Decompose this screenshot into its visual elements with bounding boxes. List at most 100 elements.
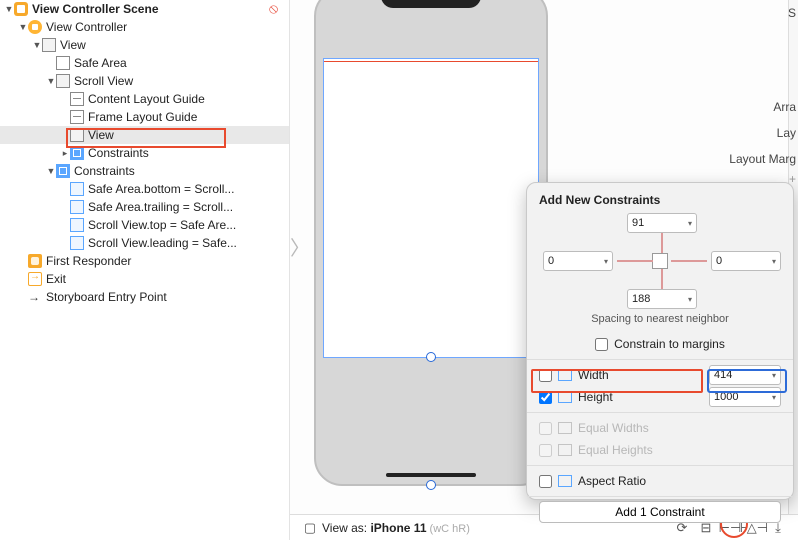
constraint-icon [70,236,84,250]
equal-widths-row: Equal Widths [539,417,781,439]
strut-left[interactable] [617,260,653,262]
view-as-prefix: View as: [322,521,370,535]
height-value-field[interactable]: 1000 [709,387,781,407]
home-indicator-icon [386,473,476,477]
outline-constraints[interactable]: ▼ Constraints [0,162,289,180]
outline-view[interactable]: ▼ View [0,36,289,54]
strut-right[interactable] [671,260,707,262]
selected-view[interactable] [323,58,539,358]
divider [527,496,793,497]
outline-constraint-item[interactable]: Safe Area.trailing = Scroll... [0,198,289,216]
constraints-icon [70,146,84,160]
outline-entry-point[interactable]: Storyboard Entry Point [0,288,289,306]
outline-label: Scroll View [74,74,133,88]
outline-label: Safe Area [74,56,127,70]
outline-label: First Responder [46,254,131,268]
size-class: (wC hR) [427,523,470,535]
phone-frame [314,0,548,486]
add-constraints-popover: Add New Constraints 91 0 0 188 Spacing t… [526,182,794,500]
viewcontroller-icon [28,20,42,34]
outline-exit[interactable]: Exit [0,270,289,288]
outline-frame-layout-guide[interactable]: Frame Layout Guide [0,108,289,126]
equal-widths-icon [558,422,572,434]
document-outline: ▼ View Controller Scene ⦸ ▼ View Control… [0,0,290,540]
device-name: iPhone 11 [370,521,426,535]
width-icon [558,369,572,381]
height-label: Height [578,390,613,404]
outline-constraints-inner[interactable]: ▸ Constraints [0,144,289,162]
constrain-margins-row[interactable]: Constrain to margins [539,333,781,355]
aspect-ratio-checkbox[interactable] [539,475,552,488]
equal-heights-label: Equal Heights [578,443,653,457]
spacing-right-field[interactable]: 0 [711,251,781,271]
view-icon [70,128,84,142]
spacing-center-icon [652,253,668,269]
equal-heights-row: Equal Heights [539,439,781,461]
outline-label: Safe Area.bottom = Scroll... [88,182,234,196]
outline-safe-area[interactable]: Safe Area [0,54,289,72]
aspect-ratio-row[interactable]: Aspect Ratio [539,470,781,492]
strut-top[interactable] [661,233,663,253]
outline-label: Constraints [74,164,135,178]
notch-icon [381,0,481,8]
constrain-margins-checkbox[interactable] [595,338,608,351]
view-icon [42,38,56,52]
outline-inner-view[interactable]: View [0,126,289,144]
outline-label: Constraints [88,146,149,160]
width-row[interactable]: Width 414 [539,364,781,386]
arrow-right-icon [28,290,42,304]
equal-heights-icon [558,444,572,456]
spacing-top-field[interactable]: 91 [627,213,697,233]
constrain-margins-label: Constrain to margins [614,337,725,351]
guide-icon [70,92,84,106]
popover-title: Add New Constraints [539,193,781,207]
height-icon [558,391,572,403]
height-row[interactable]: Height 1000 [539,386,781,408]
outline-scroll-view[interactable]: ▼ Scroll View [0,72,289,90]
outline-constraint-item[interactable]: Safe Area.bottom = Scroll... [0,180,289,198]
resize-handle-bottom[interactable] [426,352,436,362]
view-as-label[interactable]: View as: iPhone 11 (wC hR) [322,521,470,535]
outline-constraint-item[interactable]: Scroll View.leading = Safe... [0,234,289,252]
outline-label: Safe Area.trailing = Scroll... [88,200,233,214]
add-constraint-button[interactable]: Add 1 Constraint [539,501,781,523]
strut-bottom[interactable] [661,269,663,289]
aspect-ratio-label: Aspect Ratio [578,474,646,488]
constraints-icon [56,164,70,178]
outline-label: Storyboard Entry Point [46,290,167,304]
spacing-bottom-field[interactable]: 188 [627,289,697,309]
scene-icon [14,2,28,16]
equal-heights-checkbox [539,444,552,457]
outline-constraint-item[interactable]: Scroll View.top = Safe Are... [0,216,289,234]
outline-label: View Controller Scene [32,2,159,16]
outline-view-controller[interactable]: ▼ View Controller [0,18,289,36]
inspector-layout-margins-label: Layout Marg [729,152,796,166]
spacing-left-field[interactable]: 0 [543,251,613,271]
first-responder-icon [28,254,42,268]
back-arrow-icon[interactable]: 〉 [290,232,310,261]
device-selector-icon[interactable]: ▢ [300,519,320,537]
height-checkbox[interactable] [539,391,552,404]
outline-label: View [60,38,86,52]
divider [527,465,793,466]
width-value-field[interactable]: 414 [709,365,781,385]
width-checkbox[interactable] [539,369,552,382]
resize-handle-frame-bottom[interactable] [426,480,436,490]
constraint-icon [70,182,84,196]
view-icon [56,74,70,88]
divider [527,359,793,360]
outline-content-layout-guide[interactable]: Content Layout Guide [0,90,289,108]
stop-icon[interactable]: ⦸ [269,3,281,15]
constraint-icon [70,218,84,232]
outline-scene[interactable]: ▼ View Controller Scene ⦸ [0,0,289,18]
inspector-clipped-label: S [788,6,796,20]
equal-widths-checkbox [539,422,552,435]
constraint-icon [70,200,84,214]
outline-label: Scroll View.top = Safe Are... [88,218,236,232]
inspector-arrange-label: Arra [773,100,796,114]
outline-first-responder[interactable]: First Responder [0,252,289,270]
aspect-ratio-icon [558,475,572,487]
equal-widths-label: Equal Widths [578,421,649,435]
guide-icon [70,110,84,124]
outline-label: Frame Layout Guide [88,110,197,124]
